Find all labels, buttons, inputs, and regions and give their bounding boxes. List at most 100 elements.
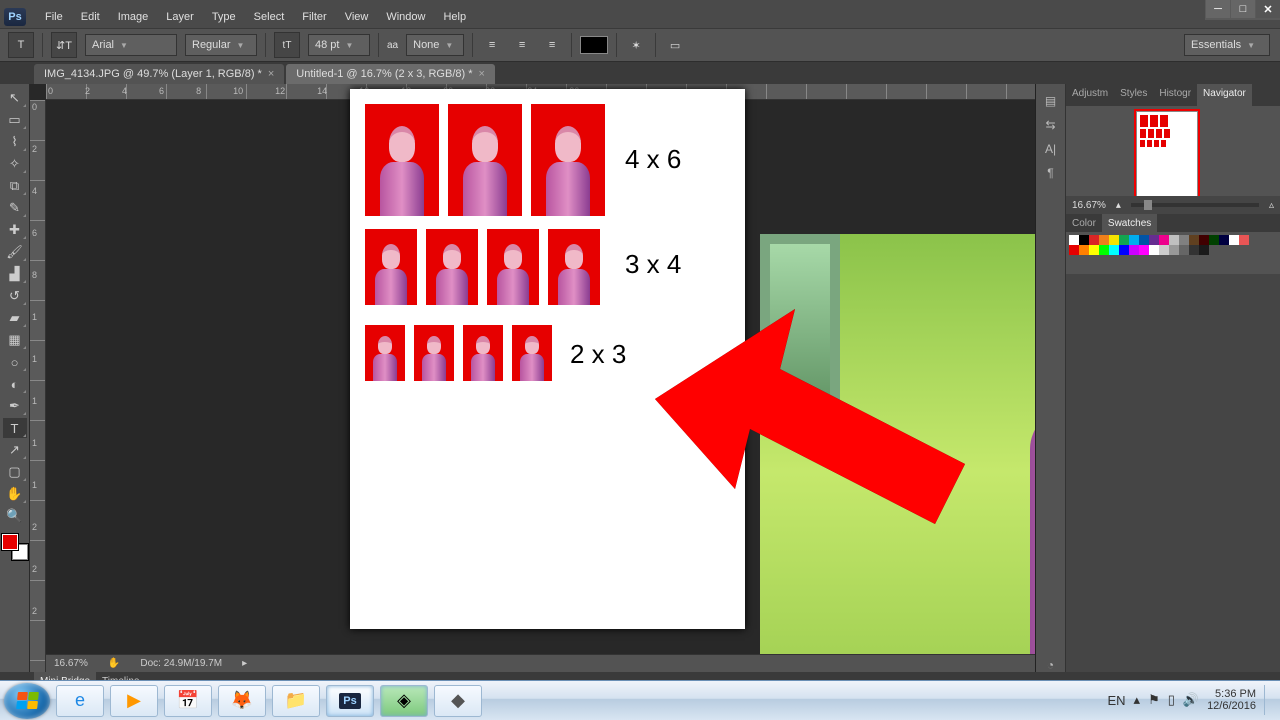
zoom-out-icon[interactable]: ▴ — [1116, 200, 1121, 211]
passport-photo[interactable] — [365, 104, 439, 216]
menu-help[interactable]: Help — [434, 9, 475, 25]
swatches-panel[interactable] — [1066, 232, 1280, 274]
history-brush-tool-icon[interactable]: ↺ — [3, 286, 27, 306]
healing-tool-icon[interactable]: ✚ — [3, 220, 27, 240]
eyedropper-tool-icon[interactable]: ✎ — [3, 198, 27, 218]
text-tool-icon[interactable]: T — [3, 418, 27, 438]
navigator-thumbnail[interactable] — [1136, 111, 1198, 197]
swatch[interactable] — [1089, 245, 1099, 255]
taskbar-app2-icon[interactable]: ◆ — [434, 685, 482, 717]
tab-styles[interactable]: Styles — [1114, 84, 1153, 106]
tab-close-icon[interactable]: × — [268, 68, 274, 80]
taskbar-ie-icon[interactable]: e — [56, 685, 104, 717]
swatch[interactable] — [1179, 235, 1189, 245]
hand-tool-icon[interactable]: ✋ — [3, 484, 27, 504]
swatch[interactable] — [1159, 245, 1169, 255]
warp-text-icon[interactable]: ✶ — [625, 34, 647, 56]
tray-expand-icon[interactable]: ▴ — [1134, 692, 1141, 708]
swatch[interactable] — [1199, 235, 1209, 245]
menu-layer[interactable]: Layer — [157, 9, 203, 25]
zoom-in-icon[interactable]: ▵ — [1269, 200, 1274, 211]
start-button[interactable] — [4, 683, 50, 719]
workspace-dropdown[interactable]: Essentials▼ — [1184, 34, 1270, 56]
swatch[interactable] — [1149, 245, 1159, 255]
properties-panel-icon[interactable]: ⇆ — [1041, 118, 1061, 132]
zoom-slider[interactable] — [1131, 203, 1259, 207]
align-left-icon[interactable]: ≡ — [481, 34, 503, 56]
passport-photo[interactable] — [414, 325, 454, 381]
swatch[interactable] — [1159, 235, 1169, 245]
swatch[interactable] — [1189, 245, 1199, 255]
eraser-tool-icon[interactable]: ▰ — [3, 308, 27, 328]
passport-photo[interactable] — [512, 325, 552, 381]
align-right-icon[interactable]: ≡ — [541, 34, 563, 56]
menu-view[interactable]: View — [336, 9, 378, 25]
swatch[interactable] — [1219, 235, 1229, 245]
text-orientation-icon[interactable]: ⇵T — [51, 32, 77, 58]
pen-tool-icon[interactable]: ✒ — [3, 396, 27, 416]
magic-wand-tool-icon[interactable]: ✧ — [3, 154, 27, 174]
menu-file[interactable]: File — [36, 9, 72, 25]
passport-photo[interactable] — [463, 325, 503, 381]
passport-photo[interactable] — [365, 325, 405, 381]
panel-options-icon[interactable]: ◔ — [1041, 658, 1061, 672]
gradient-tool-icon[interactable]: ▦ — [3, 330, 27, 350]
swatch[interactable] — [1119, 245, 1129, 255]
passport-photo[interactable] — [365, 229, 417, 305]
tab-close-icon[interactable]: × — [479, 68, 485, 80]
hand-icon[interactable]: ✋ — [108, 658, 120, 669]
tab-swatches[interactable]: Swatches — [1102, 214, 1157, 232]
menu-filter[interactable]: Filter — [293, 9, 335, 25]
close-button[interactable]: ✕ — [1256, 0, 1280, 18]
navigator-panel[interactable]: 16.67% ▴ ▵ — [1066, 106, 1280, 214]
tray-network-icon[interactable]: ▯ — [1168, 692, 1175, 708]
tray-clock[interactable]: 5:36 PM 12/6/2016 — [1207, 688, 1256, 712]
font-size-dropdown[interactable]: 48 pt▼ — [308, 34, 370, 56]
swatch[interactable] — [1069, 235, 1079, 245]
swatch[interactable] — [1079, 245, 1089, 255]
swatch[interactable] — [1109, 235, 1119, 245]
crop-tool-icon[interactable]: ⧉ — [3, 176, 27, 196]
dodge-tool-icon[interactable]: ◐ — [3, 374, 27, 394]
swatch[interactable] — [1129, 245, 1139, 255]
antialias-dropdown[interactable]: None▼ — [406, 34, 464, 56]
swatch[interactable] — [1089, 235, 1099, 245]
zoom-level[interactable]: 16.67% — [54, 658, 88, 669]
swatch[interactable] — [1099, 245, 1109, 255]
zoom-tool-icon[interactable]: 🔍 — [3, 506, 27, 526]
blur-tool-icon[interactable]: ○ — [3, 352, 27, 372]
doc-info[interactable]: Doc: 24.9M/19.7M — [140, 658, 222, 669]
canvas-area[interactable]: 02468101214161820222426 0246811111222 4 … — [30, 84, 1035, 672]
menu-type[interactable]: Type — [203, 9, 245, 25]
document-tab-1[interactable]: IMG_4134.JPG @ 49.7% (Layer 1, RGB/8) *× — [34, 64, 284, 84]
swatch[interactable] — [1069, 245, 1079, 255]
document-tab-2[interactable]: Untitled-1 @ 16.7% (2 x 3, RGB/8) *× — [286, 64, 495, 84]
swatch[interactable] — [1169, 245, 1179, 255]
navigator-zoom-value[interactable]: 16.67% — [1072, 200, 1106, 211]
passport-photo[interactable] — [487, 229, 539, 305]
character-panel-icon[interactable]: A| — [1041, 142, 1061, 156]
character-panel-icon[interactable]: ▭ — [664, 34, 686, 56]
tray-volume-icon[interactable]: 🔊 — [1183, 692, 1199, 708]
tab-histogram[interactable]: Histogr — [1153, 84, 1197, 106]
menu-image[interactable]: Image — [109, 9, 158, 25]
swatch[interactable] — [1149, 235, 1159, 245]
passport-photo[interactable] — [531, 104, 605, 216]
move-tool-icon[interactable]: ↖ — [3, 88, 27, 108]
stamp-tool-icon[interactable]: ▟ — [3, 264, 27, 284]
tab-color[interactable]: Color — [1066, 214, 1102, 232]
swatch[interactable] — [1099, 235, 1109, 245]
swatch[interactable] — [1079, 235, 1089, 245]
swatch[interactable] — [1129, 235, 1139, 245]
marquee-tool-icon[interactable]: ▭ — [3, 110, 27, 130]
align-center-icon[interactable]: ≡ — [511, 34, 533, 56]
menu-select[interactable]: Select — [245, 9, 294, 25]
show-desktop-button[interactable] — [1264, 685, 1272, 715]
menu-window[interactable]: Window — [377, 9, 434, 25]
taskbar-photoshop-icon[interactable]: Ps — [326, 685, 374, 717]
tab-navigator[interactable]: Navigator — [1197, 84, 1252, 106]
shape-tool-icon[interactable]: ▢ — [3, 462, 27, 482]
font-family-dropdown[interactable]: Arial▼ — [85, 34, 177, 56]
taskbar-app-icon[interactable]: ◈ — [380, 685, 428, 717]
swatch[interactable] — [1239, 235, 1249, 245]
